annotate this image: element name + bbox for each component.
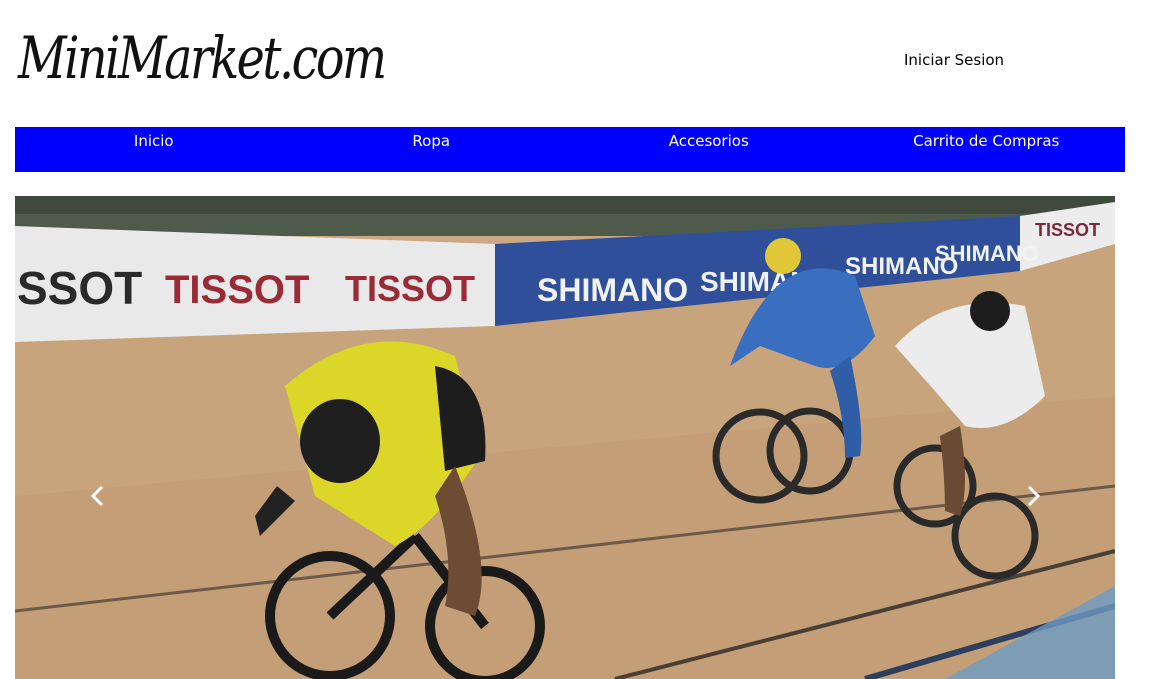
banner-text-2: TISSOT xyxy=(165,268,309,312)
banner-text-4: SHIMANO xyxy=(537,272,688,308)
carousel-slide-image: SSOT TISSOT TISSOT SHIMANO SHIMANO SHIMA… xyxy=(15,196,1115,679)
chevron-left-icon xyxy=(90,485,104,507)
site-logo[interactable]: MiniMarket.com xyxy=(18,8,387,108)
banner-text-7: SHIMANO xyxy=(935,241,1039,266)
carousel-next-button[interactable] xyxy=(1013,476,1053,516)
banner-text-1: SSOT xyxy=(17,262,142,314)
site-header: MiniMarket.com Iniciar Sesion xyxy=(0,0,1176,127)
nav-item-accesorios[interactable]: Accesorios xyxy=(570,127,848,172)
banner-text-3: TISSOT xyxy=(345,268,475,309)
banner-text-8: TISSOT xyxy=(1035,220,1100,240)
carousel-prev-button[interactable] xyxy=(78,476,118,516)
chevron-right-icon xyxy=(1027,485,1041,507)
login-link[interactable]: Iniciar Sesion xyxy=(904,51,1004,69)
main-navbar: Inicio Ropa Accesorios Carrito de Compra… xyxy=(15,127,1125,172)
page: MiniMarket.com Iniciar Sesion Inicio Rop… xyxy=(0,0,1176,679)
nav-item-inicio[interactable]: Inicio xyxy=(15,127,293,172)
image-carousel: SSOT TISSOT TISSOT SHIMANO SHIMANO SHIMA… xyxy=(15,196,1115,679)
nav-item-carrito[interactable]: Carrito de Compras xyxy=(848,127,1126,172)
nav-item-ropa[interactable]: Ropa xyxy=(293,127,571,172)
